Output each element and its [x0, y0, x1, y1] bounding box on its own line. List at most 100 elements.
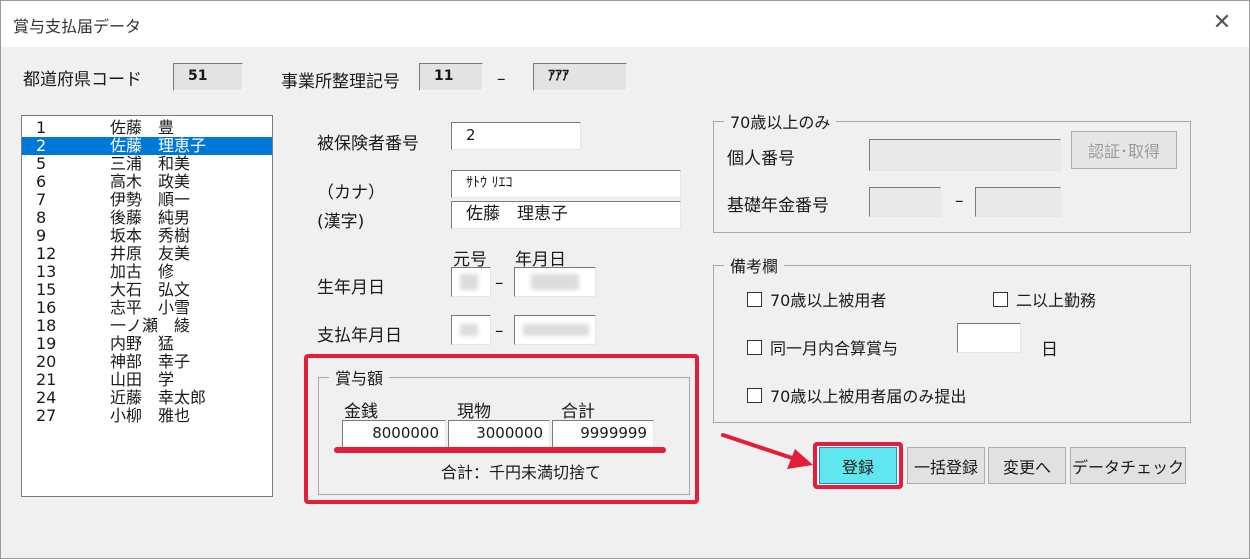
employee-name: 大石 弘文: [110, 280, 191, 299]
list-item[interactable]: 21 山田 学: [22, 371, 272, 389]
list-item[interactable]: 8 後藤 純男: [22, 209, 272, 227]
employee-number: 7: [36, 190, 47, 209]
payment-era-input[interactable]: [451, 315, 491, 345]
employee-name: 坂本 秀樹: [110, 226, 191, 245]
list-item[interactable]: 18 一ノ瀬 綾: [22, 317, 272, 335]
checkbox-box[interactable]: [747, 291, 762, 307]
list-item[interactable]: 2 佐藤 理恵子: [22, 137, 272, 155]
pension-number-dash: –: [955, 191, 964, 211]
list-item[interactable]: 12 井原 友美: [22, 245, 272, 263]
multiple-employment-label: 二以上勤務: [1016, 291, 1097, 310]
list-item[interactable]: 13 加古 修: [22, 263, 272, 281]
employee-number: 9: [36, 226, 47, 245]
change-button[interactable]: 変更へ: [988, 447, 1066, 484]
list-item[interactable]: 24 近藤 幸太郎: [22, 389, 272, 407]
employee-number: 18: [36, 316, 57, 335]
list-item[interactable]: 16 志平 小雪: [22, 299, 272, 317]
checkbox-box[interactable]: [993, 291, 1008, 307]
employee-number: 1: [36, 118, 47, 137]
over70-employee-checkbox[interactable]: 70歳以上被用者: [747, 287, 886, 311]
employee-name: 伊勢 順一: [110, 190, 191, 209]
kana-label: （カナ）: [317, 183, 385, 203]
over70-only-submit-label: 70歳以上被用者届のみ提出: [770, 387, 967, 406]
employee-listbox[interactable]: 1 佐藤 豊 2 佐藤 理恵子 5 三浦 和美 6 高木 政美 7 伊勢 順一 8 後藤 純男 9 坂本 …: [21, 115, 273, 497]
insured-number-label: 被保険者番号: [317, 134, 419, 154]
payment-date-input[interactable]: [514, 315, 596, 345]
office-code-field-2: ｱｱｱ: [533, 63, 627, 91]
birth-era-input[interactable]: [451, 267, 491, 297]
list-item[interactable]: 7 伊勢 順一: [22, 191, 272, 209]
employee-name: 志平 小雪: [110, 298, 191, 317]
auth-get-button[interactable]: 認証･取得: [1071, 131, 1177, 169]
day-unit-label: 日: [1041, 340, 1058, 360]
birth-date-input[interactable]: [514, 267, 596, 297]
kanji-name-input[interactable]: 佐藤 理恵子: [451, 201, 681, 229]
birth-date-label: 生年月日: [317, 278, 385, 298]
bonus-highlight-box: [304, 354, 699, 504]
list-item[interactable]: 15 大石 弘文: [22, 281, 272, 299]
red-arrow-annotation: [721, 433, 813, 469]
birth-date-dash: –: [495, 273, 504, 293]
list-item[interactable]: 19 内野 猛: [22, 335, 272, 353]
employee-name: 高木 政美: [110, 172, 191, 191]
bonus-payment-window: 賞与支払届データ ✕ 都道府県コード 51 事業所整理記号 11 – ｱｱｱ 1…: [0, 0, 1250, 559]
over70-only-submit-checkbox[interactable]: 70歳以上被用者届のみ提出: [747, 383, 966, 407]
list-item[interactable]: 1 佐藤 豊: [22, 119, 272, 137]
prefecture-code-field: 51: [173, 63, 243, 91]
employee-name: 佐藤 理恵子: [110, 136, 207, 155]
employee-name: 三浦 和美: [110, 154, 191, 173]
employee-name: 後藤 純男: [110, 208, 191, 227]
personal-number-input[interactable]: [869, 139, 1061, 171]
same-month-combined-label: 同一月内合算賞与: [770, 339, 899, 358]
remarks-legend: 備考欄: [730, 257, 779, 276]
multiple-employment-checkbox[interactable]: 二以上勤務: [993, 287, 1096, 311]
list-item[interactable]: 6 高木 政美: [22, 173, 272, 191]
list-item[interactable]: 9 坂本 秀樹: [22, 227, 272, 245]
amount-red-underline: [334, 447, 666, 453]
employee-number: 15: [36, 280, 57, 299]
same-month-day-input[interactable]: [957, 323, 1021, 353]
pension-number-input-2[interactable]: [975, 187, 1061, 217]
employee-name: 小柳 雅也: [110, 406, 191, 425]
employee-number: 2: [36, 136, 47, 155]
pension-number-input-1[interactable]: [869, 187, 941, 217]
employee-number: 8: [36, 208, 47, 227]
title-bar: 賞与支払届データ ✕: [1, 1, 1249, 47]
kanji-label: (漢字): [317, 212, 365, 232]
employee-number: 24: [36, 388, 57, 407]
list-item[interactable]: 27 小柳 雅也: [22, 407, 272, 425]
office-code-label: 事業所整理記号: [281, 72, 400, 92]
employee-name: 井原 友美: [110, 244, 191, 263]
over70-legend: 70歳以上のみ: [730, 113, 831, 132]
employee-number: 21: [36, 370, 57, 389]
payment-date-label: 支払年月日: [317, 326, 402, 346]
employee-name: 山田 学: [110, 370, 175, 389]
employee-name: 神部 幸子: [110, 352, 191, 371]
close-icon[interactable]: ✕: [1209, 10, 1235, 36]
employee-number: 20: [36, 352, 57, 371]
employee-number: 27: [36, 406, 57, 425]
list-item[interactable]: 20 神部 幸子: [22, 353, 272, 371]
kana-name-input[interactable]: ｻﾄｳ ﾘｴｺ: [451, 170, 681, 198]
employee-number: 13: [36, 262, 57, 281]
same-month-combined-checkbox[interactable]: 同一月内合算賞与: [747, 335, 898, 359]
prefecture-code-label: 都道府県コード: [23, 70, 142, 90]
office-code-field-1: 11: [419, 63, 483, 91]
employee-name: 佐藤 豊: [110, 118, 175, 137]
checkbox-box[interactable]: [747, 387, 762, 403]
data-check-button[interactable]: データチェック: [1070, 447, 1186, 484]
pension-number-label: 基礎年金番号: [727, 196, 829, 216]
employee-name: 内野 猛: [110, 334, 175, 353]
insured-number-input[interactable]: 2: [451, 122, 581, 150]
employee-name: 加古 修: [110, 262, 175, 281]
list-item[interactable]: 5 三浦 和美: [22, 155, 272, 173]
employee-number: 5: [36, 154, 47, 173]
checkbox-box[interactable]: [747, 339, 762, 355]
employee-number: 16: [36, 298, 57, 317]
register-button[interactable]: 登録: [819, 447, 897, 484]
bulk-register-button[interactable]: 一括登録: [907, 447, 985, 484]
employee-name: 近藤 幸太郎: [110, 388, 207, 407]
personal-number-label: 個人番号: [727, 149, 795, 169]
employee-number: 12: [36, 244, 57, 263]
employee-number: 19: [36, 334, 57, 353]
